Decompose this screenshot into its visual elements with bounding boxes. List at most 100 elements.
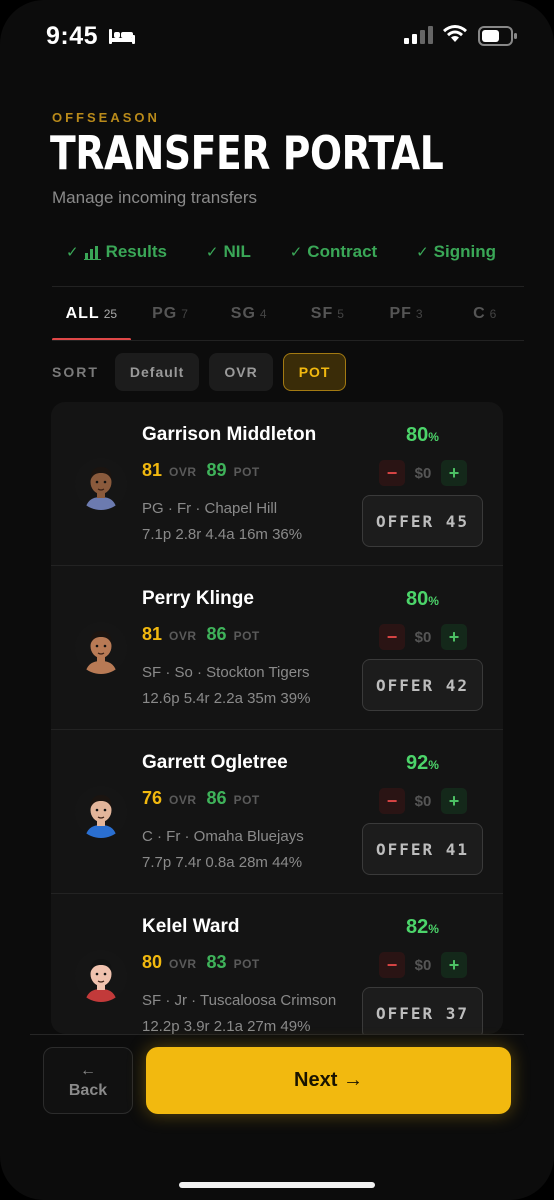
player-card[interactable]: Garrison Middleton 81 OVR 89 POT PG · Fr… [51, 402, 503, 566]
tab-pg[interactable]: PG 7 [131, 288, 210, 340]
player-meta: PG · Fr · Chapel Hill [142, 500, 278, 517]
player-name: Perry Klinge [142, 588, 254, 609]
page-title: TRANSFER PORTAL [50, 126, 444, 180]
nil-increase-button[interactable]: + [441, 624, 467, 650]
offer-button[interactable]: OFFER 41 [362, 823, 483, 875]
nil-stepper: − $0 + [379, 952, 467, 978]
footer-divider [30, 1034, 524, 1035]
ovr-label: OVR [169, 793, 197, 807]
player-ratings: 81 OVR 86 POT [142, 624, 263, 645]
sort-ovr-button[interactable]: OVR [209, 353, 273, 391]
player-card[interactable]: Garrett Ogletree 76 OVR 86 POT C · Fr · … [51, 730, 503, 894]
tab-count: 25 [103, 307, 118, 321]
nil-stepper: − $0 + [379, 624, 467, 650]
home-indicator[interactable] [179, 1182, 375, 1188]
step-label: NIL [223, 242, 251, 261]
battery-icon [478, 26, 517, 46]
nil-increase-button[interactable]: + [441, 952, 467, 978]
step-results[interactable]: ✓ Results [66, 242, 167, 262]
ovr-label: OVR [169, 629, 197, 643]
tab-label: SG [230, 305, 256, 322]
nil-stepper: − $0 + [379, 460, 467, 486]
interest-percent: 92% [406, 752, 439, 774]
pot-value: 89 [206, 460, 227, 480]
player-name: Garrison Middleton [142, 424, 317, 445]
pot-label: POT [233, 957, 260, 971]
player-list[interactable]: Garrison Middleton 81 OVR 89 POT PG · Fr… [51, 402, 503, 1034]
tab-c[interactable]: C6 [445, 288, 524, 340]
tab-sf[interactable]: SF 5 [288, 288, 367, 340]
app-screen: 9:45 OFFSEASON TRANSFER PORTAL Manage in… [0, 0, 554, 1200]
player-name: Kelel Ward [142, 916, 240, 937]
ovr-value: 76 [142, 788, 163, 808]
pot-label: POT [233, 629, 260, 643]
player-meta: SF · So · Stockton Tigers [142, 664, 310, 681]
sort-pot-button[interactable]: POT [282, 353, 347, 391]
player-stats: 7.7p 7.4r 0.8a 28m 44% [142, 854, 303, 871]
tab-pf[interactable]: PF 3 [367, 288, 446, 340]
nil-increase-button[interactable]: + [441, 460, 467, 486]
tab-count: 4 [259, 307, 267, 321]
offer-button[interactable]: OFFER 42 [362, 659, 483, 711]
nil-amount: $0 [414, 464, 432, 482]
back-button[interactable]: ← Back [43, 1047, 133, 1114]
player-card[interactable]: Perry Klinge 81 OVR 86 POT SF · So · Sto… [51, 566, 503, 730]
interest-percent: 82% [406, 916, 439, 938]
tab-count: 3 [415, 307, 423, 321]
back-arrow-icon: ← [80, 1061, 96, 1079]
offer-button[interactable]: OFFER 37 [362, 987, 483, 1034]
nil-decrease-button[interactable]: − [379, 788, 405, 814]
check-icon: ✓ [66, 244, 79, 261]
player-ratings: 81 OVR 89 POT [142, 460, 263, 481]
player-avatar [75, 950, 127, 1002]
tab-count: 5 [337, 307, 344, 321]
check-icon: ✓ [205, 244, 219, 261]
nil-decrease-button[interactable]: − [379, 624, 405, 650]
step-label: Contract [307, 242, 378, 261]
tab-label: PF [389, 305, 412, 322]
tab-label: C [473, 305, 486, 322]
section-eyebrow: OFFSEASON [52, 110, 160, 125]
progress-steps: ✓ Results ✓ NIL ✓ Contract ✓ Signing [66, 242, 496, 262]
interest-percent: 80% [406, 588, 439, 610]
player-meta: C · Fr · Omaha Bluejays [142, 828, 304, 845]
nil-increase-button[interactable]: + [441, 788, 467, 814]
back-label: Back [68, 1081, 108, 1099]
pot-value: 83 [206, 952, 227, 972]
tab-label: PG [152, 305, 178, 322]
tab-count: 7 [181, 307, 188, 321]
player-avatar [75, 622, 127, 674]
player-stats: 12.6p 5.4r 2.2a 35m 39% [142, 690, 311, 707]
check-icon: ✓ [416, 244, 429, 261]
bar-chart-icon [83, 245, 101, 260]
sort-label: SORT [52, 364, 99, 380]
sort-default-button[interactable]: Default [114, 353, 200, 391]
nil-decrease-button[interactable]: − [379, 952, 405, 978]
step-label: Results [105, 242, 167, 261]
player-avatar [75, 786, 127, 838]
wifi-icon [443, 25, 467, 42]
player-stats: 7.1p 2.8r 4.4a 16m 36% [142, 526, 303, 543]
nil-decrease-button[interactable]: − [379, 460, 405, 486]
step-nil[interactable]: ✓ NIL [206, 242, 251, 262]
ovr-label: OVR [169, 465, 197, 479]
divider [52, 340, 524, 341]
ovr-value: 80 [142, 952, 163, 972]
offer-button[interactable]: OFFER 45 [362, 495, 483, 547]
pot-value: 86 [206, 624, 227, 644]
position-tabs: ALL 25 PG 7 SG 4 SF 5 PF 3 C6 [52, 288, 524, 341]
ovr-value: 81 [142, 624, 163, 644]
player-avatar [75, 458, 127, 510]
next-button[interactable]: Next → [146, 1047, 511, 1114]
nil-amount: $0 [414, 956, 432, 974]
player-card[interactable]: Kelel Ward 80 OVR 83 POT SF · Jr · Tusca… [51, 894, 503, 1034]
tab-all[interactable]: ALL 25 [52, 288, 131, 341]
step-label: Signing [433, 242, 496, 261]
tab-count: 6 [489, 307, 497, 321]
cellular-signal-icon [404, 26, 433, 44]
sort-bar: SORT Default OVR POT [52, 353, 347, 391]
tab-sg[interactable]: SG 4 [209, 288, 288, 340]
step-contract[interactable]: ✓ Contract [290, 242, 377, 262]
nil-stepper: − $0 + [379, 788, 467, 814]
step-signing[interactable]: ✓ Signing [416, 242, 496, 262]
